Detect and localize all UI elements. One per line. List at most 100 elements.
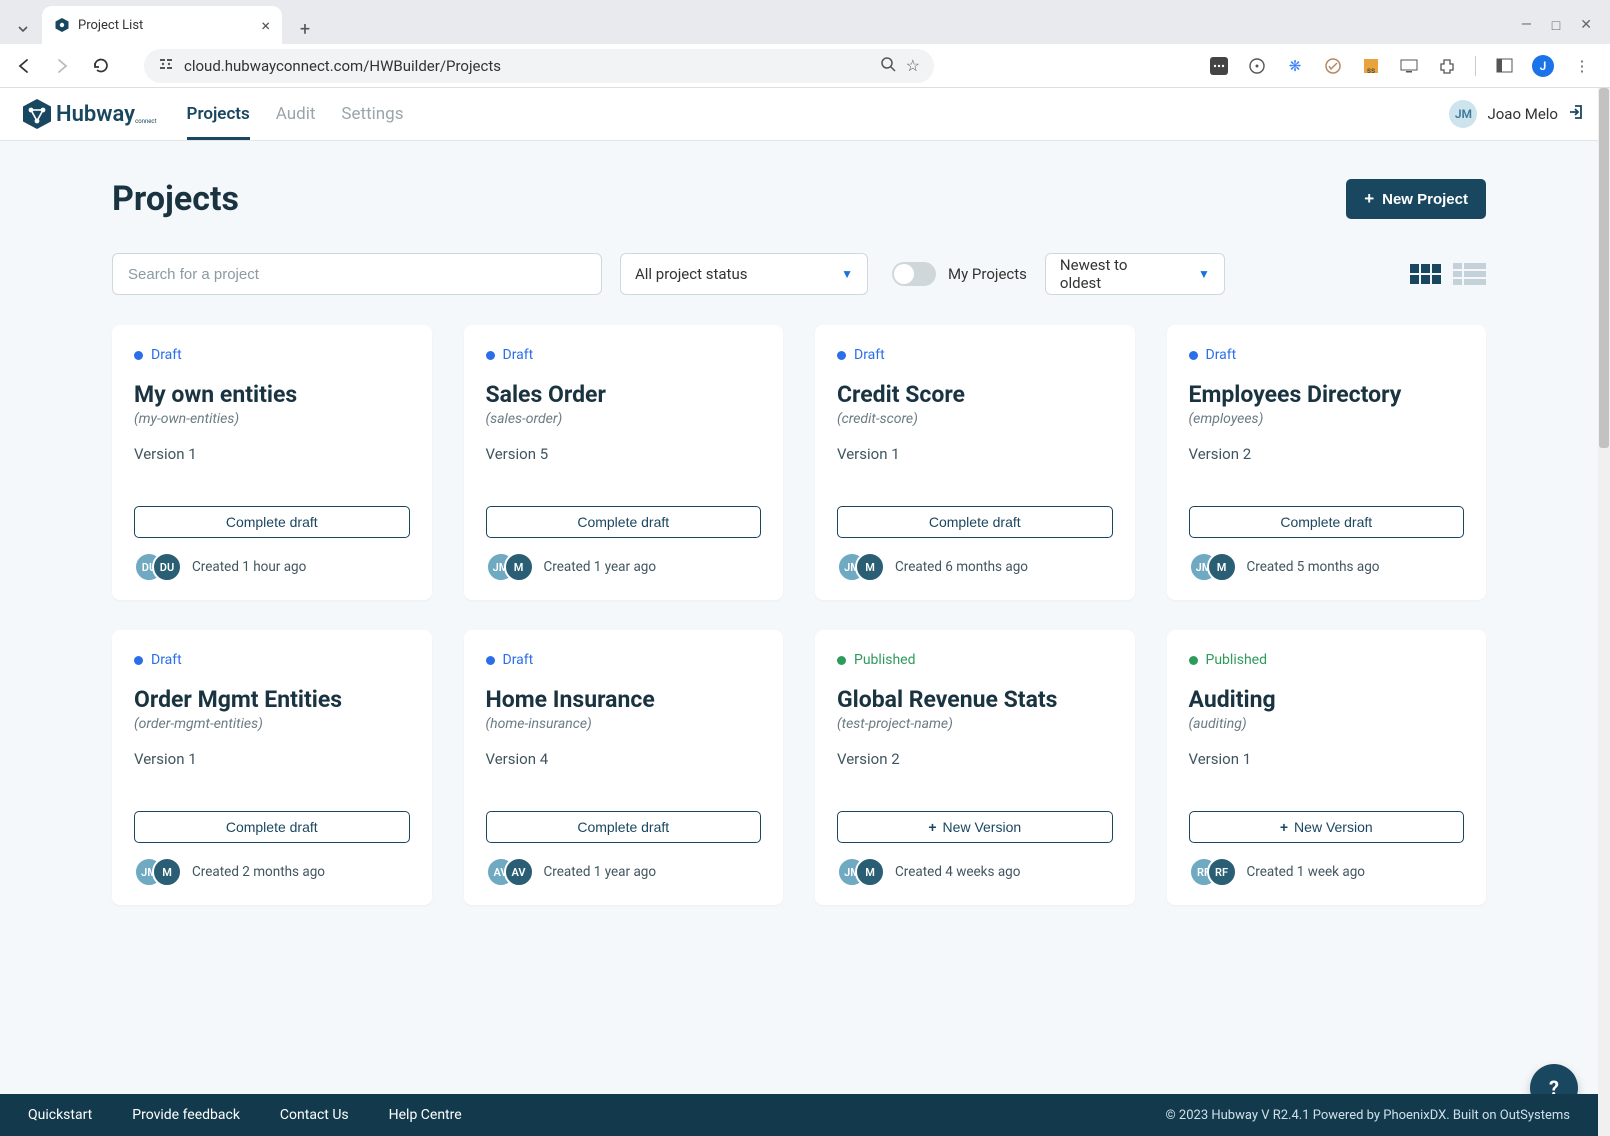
avatar[interactable]: M: [1207, 552, 1237, 582]
nav-back-icon[interactable]: [10, 52, 38, 80]
footer-copyright: © 2023 Hubway V R2.4.1 Powered by Phoeni…: [1165, 1108, 1570, 1123]
card-version: Version 1: [837, 445, 1113, 463]
new-project-button[interactable]: + New Project: [1346, 179, 1486, 219]
card-action-button[interactable]: + New Version: [837, 811, 1113, 843]
tab-dropdown-icon[interactable]: [8, 14, 38, 44]
avatar[interactable]: M: [855, 857, 885, 887]
zoom-icon[interactable]: [880, 56, 896, 76]
extension-icon-4[interactable]: [1323, 56, 1343, 76]
search-input[interactable]: [112, 253, 602, 295]
card-action-button[interactable]: Complete draft: [837, 506, 1113, 538]
card-footer: RF RF Created 1 week ago: [1189, 857, 1465, 887]
project-card[interactable]: Published Global Revenue Stats (test-pro…: [815, 630, 1135, 905]
address-bar[interactable]: cloud.hubwayconnect.com/HWBuilder/Projec…: [144, 49, 934, 83]
tab-close-icon[interactable]: ×: [261, 16, 270, 35]
window-minimize-icon[interactable]: —: [1521, 17, 1532, 33]
status-filter-select[interactable]: All project status ▼: [620, 253, 868, 295]
avatar[interactable]: AV: [504, 857, 534, 887]
nav-tab-audit[interactable]: Audit: [276, 88, 316, 140]
brand-logo[interactable]: Hubway connect: [20, 97, 157, 131]
extension-icon-3[interactable]: ❋: [1285, 56, 1305, 76]
bookmark-star-icon[interactable]: ☆: [906, 56, 920, 75]
browser-tab[interactable]: Project List ×: [42, 6, 282, 44]
project-card[interactable]: Draft Sales Order (sales-order) Version …: [464, 325, 784, 600]
status-text: Published: [854, 652, 915, 668]
card-title: Sales Order: [486, 381, 762, 409]
status-dot-icon: [134, 656, 143, 665]
status-dot-icon: [837, 351, 846, 360]
card-action-button[interactable]: Complete draft: [134, 506, 410, 538]
status-row: Published: [837, 652, 1113, 668]
tab-favicon-icon: [54, 17, 70, 33]
avatar[interactable]: DU: [152, 552, 182, 582]
brand-subtitle: connect: [135, 118, 156, 125]
avatar[interactable]: M: [855, 552, 885, 582]
profile-avatar[interactable]: J: [1532, 55, 1554, 77]
card-action-button[interactable]: Complete draft: [486, 811, 762, 843]
new-tab-button[interactable]: +: [290, 14, 320, 44]
sort-value: Newest to oldest: [1060, 256, 1168, 292]
my-projects-label: My Projects: [948, 265, 1027, 283]
card-action-label: Complete draft: [226, 819, 318, 835]
avatar[interactable]: M: [504, 552, 534, 582]
sort-select[interactable]: Newest to oldest ▼: [1045, 253, 1225, 295]
logout-icon[interactable]: [1568, 103, 1586, 126]
nav-forward-icon[interactable]: [48, 52, 76, 80]
project-card[interactable]: Published Auditing (auditing) Version 1 …: [1167, 630, 1487, 905]
plus-icon: +: [928, 819, 936, 835]
status-row: Published: [1189, 652, 1465, 668]
nav-tab-settings[interactable]: Settings: [341, 88, 403, 140]
card-action-button[interactable]: Complete draft: [134, 811, 410, 843]
scrollbar-track[interactable]: [1598, 88, 1610, 1136]
card-action-button[interactable]: +New Version: [1189, 811, 1465, 843]
plus-icon: +: [1280, 819, 1288, 835]
extensions-menu-icon[interactable]: [1437, 56, 1457, 76]
sidepanel-icon[interactable]: [1494, 56, 1514, 76]
status-text: Draft: [503, 347, 534, 363]
status-row: Draft: [1189, 347, 1465, 363]
my-projects-toggle-wrap: My Projects: [892, 262, 1027, 286]
nav-tabs: Projects Audit Settings: [187, 88, 404, 140]
browser-chrome: Project List × + — □ ✕ cloud.hubwayconne…: [0, 0, 1610, 88]
window-maximize-icon[interactable]: □: [1552, 17, 1560, 34]
status-filter-value: All project status: [635, 265, 747, 283]
svg-text:ss: ss: [1367, 66, 1375, 75]
my-projects-toggle[interactable]: [892, 262, 936, 286]
project-card[interactable]: Draft Credit Score (credit-score) Versio…: [815, 325, 1135, 600]
nav-reload-icon[interactable]: [86, 52, 114, 80]
footer-link-contact[interactable]: Contact Us: [280, 1107, 349, 1123]
site-settings-icon[interactable]: [158, 56, 174, 76]
card-action-label: New Version: [943, 819, 1022, 835]
card-created: Created 2 months ago: [192, 864, 325, 880]
app-viewport: Hubway connect Projects Audit Settings J…: [0, 88, 1610, 1136]
user-avatar[interactable]: JM: [1449, 100, 1477, 128]
window-close-icon[interactable]: ✕: [1580, 17, 1592, 33]
extension-icon-1[interactable]: [1209, 56, 1229, 76]
avatar-stack: JM M: [486, 552, 534, 582]
avatar[interactable]: RF: [1207, 857, 1237, 887]
grid-view-icon[interactable]: [1410, 264, 1441, 284]
url-text: cloud.hubwayconnect.com/HWBuilder/Projec…: [184, 57, 870, 75]
footer-link-help[interactable]: Help Centre: [389, 1107, 462, 1123]
browser-menu-icon[interactable]: ⋮: [1572, 56, 1592, 76]
list-view-icon[interactable]: [1453, 263, 1486, 285]
scrollbar-thumb[interactable]: [1599, 88, 1609, 448]
footer-link-feedback[interactable]: Provide feedback: [132, 1107, 240, 1123]
footer-link-quickstart[interactable]: Quickstart: [28, 1107, 92, 1123]
project-card[interactable]: Draft Employees Directory (employees) Ve…: [1167, 325, 1487, 600]
project-card[interactable]: Draft My own entities (my-own-entities) …: [112, 325, 432, 600]
page-header: Projects + New Project: [112, 179, 1486, 219]
project-card[interactable]: Draft Home Insurance (home-insurance) Ve…: [464, 630, 784, 905]
card-created: Created 5 months ago: [1247, 559, 1380, 575]
nav-user: JM Joao Melo: [1449, 100, 1586, 128]
project-card[interactable]: Draft Order Mgmt Entities (order-mgmt-en…: [112, 630, 432, 905]
card-action-button[interactable]: Complete draft: [1189, 506, 1465, 538]
avatar[interactable]: M: [152, 857, 182, 887]
footer-links: Quickstart Provide feedback Contact Us H…: [28, 1107, 462, 1123]
device-icon[interactable]: [1399, 56, 1419, 76]
card-title: Employees Directory: [1189, 381, 1465, 409]
card-action-button[interactable]: Complete draft: [486, 506, 762, 538]
extension-icon-2[interactable]: [1247, 56, 1267, 76]
extension-icon-5[interactable]: ss: [1361, 56, 1381, 76]
nav-tab-projects[interactable]: Projects: [187, 88, 250, 140]
